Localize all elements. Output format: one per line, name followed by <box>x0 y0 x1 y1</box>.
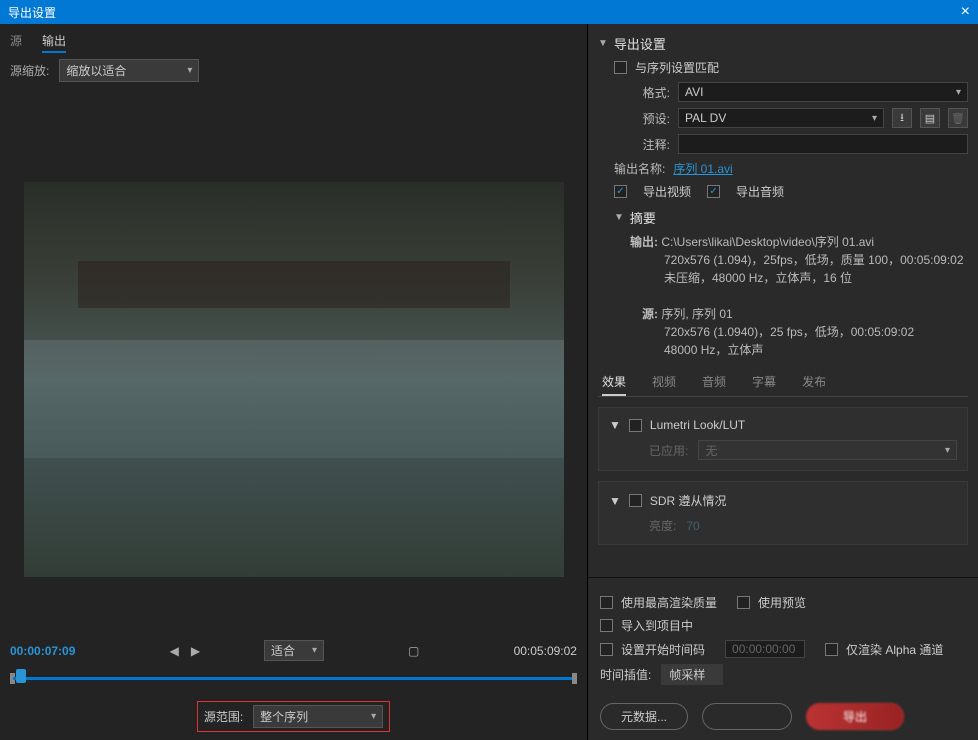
start-timecode-input <box>725 640 805 658</box>
chevron-down-icon: ▼ <box>614 212 624 223</box>
tab-video[interactable]: 视频 <box>652 369 676 396</box>
current-timecode[interactable]: 00:00:07:09 <box>10 644 75 658</box>
sdr-checkbox[interactable] <box>629 494 642 507</box>
render-options: 使用最高渲染质量 使用预览 导入到项目中 设置开始时间码 <box>588 577 978 740</box>
set-start-tc-checkbox[interactable] <box>600 643 613 656</box>
use-preview-checkbox[interactable] <box>737 596 750 609</box>
source-scale-label: 源缩放: <box>10 62 49 79</box>
max-quality-checkbox[interactable] <box>600 596 613 609</box>
title-bar: 导出设置 × <box>0 0 978 24</box>
format-label: 格式: <box>614 84 670 101</box>
settings-tabs: 效果 视频 音频 字幕 发布 <box>598 369 968 397</box>
comment-input[interactable] <box>678 134 968 154</box>
output-name-label: 输出名称: <box>614 160 665 177</box>
tab-captions[interactable]: 字幕 <box>752 369 776 396</box>
sdr-brightness-value: 70 <box>686 519 699 533</box>
step-back-icon[interactable]: ◀ <box>170 644 179 658</box>
use-preview-label: 使用预览 <box>758 594 806 611</box>
summary-output: 输出: C:\Users\likai\Desktop\video\序列 01.a… <box>630 233 968 359</box>
save-preset-icon[interactable]: ⭳ <box>892 108 912 128</box>
queue-button[interactable] <box>702 703 792 730</box>
delete-preset-icon: 🗑 <box>948 108 968 128</box>
export-audio-label: 导出音频 <box>736 183 784 200</box>
tab-audio[interactable]: 音频 <box>702 369 726 396</box>
tab-effects[interactable]: 效果 <box>602 369 626 396</box>
chevron-down-icon: ▼ <box>609 494 621 508</box>
import-project-label: 导入到项目中 <box>621 617 693 634</box>
sdr-brightness-label: 亮度: <box>649 517 676 534</box>
source-range-dropdown[interactable]: 整个序列 <box>253 705 383 728</box>
export-video-label: 导出视频 <box>643 183 691 200</box>
sdr-panel: ▼ SDR 遵从情况 亮度: 70 <box>598 481 968 545</box>
tab-source[interactable]: 源 <box>10 30 22 53</box>
lumetri-title: Lumetri Look/LUT <box>650 418 745 432</box>
preset-label: 预设: <box>614 110 670 127</box>
preview-frame <box>24 182 564 577</box>
tab-output[interactable]: 输出 <box>42 30 66 53</box>
preset-dropdown[interactable]: PAL DV <box>678 108 884 128</box>
timeline-slider[interactable] <box>10 669 577 687</box>
alpha-only-checkbox[interactable] <box>825 643 838 656</box>
metadata-button[interactable]: 元数据... <box>600 703 688 730</box>
export-video-checkbox[interactable] <box>614 185 627 198</box>
output-name-link[interactable]: 序列 01.avi <box>673 160 732 177</box>
aspect-icon[interactable]: ▢ <box>408 644 419 658</box>
match-sequence-checkbox[interactable] <box>614 61 627 74</box>
lumetri-applied-label: 已应用: <box>649 442 688 459</box>
time-interp-dropdown[interactable]: 帧采样 <box>661 664 723 685</box>
format-dropdown[interactable]: AVI <box>678 82 968 102</box>
export-settings-header[interactable]: ▼ 导出设置 <box>598 34 968 53</box>
zoom-fit-dropdown[interactable]: 适合 <box>264 640 324 661</box>
playhead[interactable] <box>16 669 26 683</box>
lumetri-checkbox[interactable] <box>629 419 642 432</box>
time-interp-label: 时间插值: <box>600 666 651 683</box>
chevron-down-icon: ▼ <box>609 418 621 432</box>
summary-header[interactable]: ▼ 摘要 <box>614 208 968 227</box>
sdr-title: SDR 遵从情况 <box>650 492 727 509</box>
comment-label: 注释: <box>614 136 670 153</box>
source-scale-dropdown[interactable]: 缩放以适合 <box>59 59 199 82</box>
set-start-tc-label: 设置开始时间码 <box>621 641 705 658</box>
import-project-checkbox[interactable] <box>600 619 613 632</box>
tab-publish[interactable]: 发布 <box>802 369 826 396</box>
preview-tabs: 源 输出 <box>10 30 577 53</box>
lumetri-panel: ▼ Lumetri Look/LUT 已应用: 无 <box>598 407 968 471</box>
import-preset-icon[interactable]: ▤ <box>920 108 940 128</box>
export-button[interactable]: 导出 <box>806 703 904 730</box>
chevron-down-icon: ▼ <box>598 38 608 49</box>
preview-area <box>0 86 587 632</box>
max-quality-label: 使用最高渲染质量 <box>621 594 717 611</box>
step-forward-icon[interactable]: ▶ <box>191 644 200 658</box>
lumetri-applied-dropdown: 无 <box>698 440 957 460</box>
preview-panel: 源 输出 源缩放: 缩放以适合 00:00:07:09 ◀ ▶ 适合 ▢ <box>0 24 588 740</box>
alpha-only-label: 仅渲染 Alpha 通道 <box>846 641 943 658</box>
window-title: 导出设置 <box>8 4 56 21</box>
match-sequence-label: 与序列设置匹配 <box>635 59 719 76</box>
settings-panel: ▼ 导出设置 与序列设置匹配 格式: AVI 预设: PAL DV ⭳ ▤ 🗑 <box>588 24 978 740</box>
export-audio-checkbox[interactable] <box>707 185 720 198</box>
source-range-label: 源范围: <box>204 708 243 725</box>
duration-timecode: 00:05:09:02 <box>514 644 577 658</box>
close-icon[interactable]: × <box>961 3 970 21</box>
